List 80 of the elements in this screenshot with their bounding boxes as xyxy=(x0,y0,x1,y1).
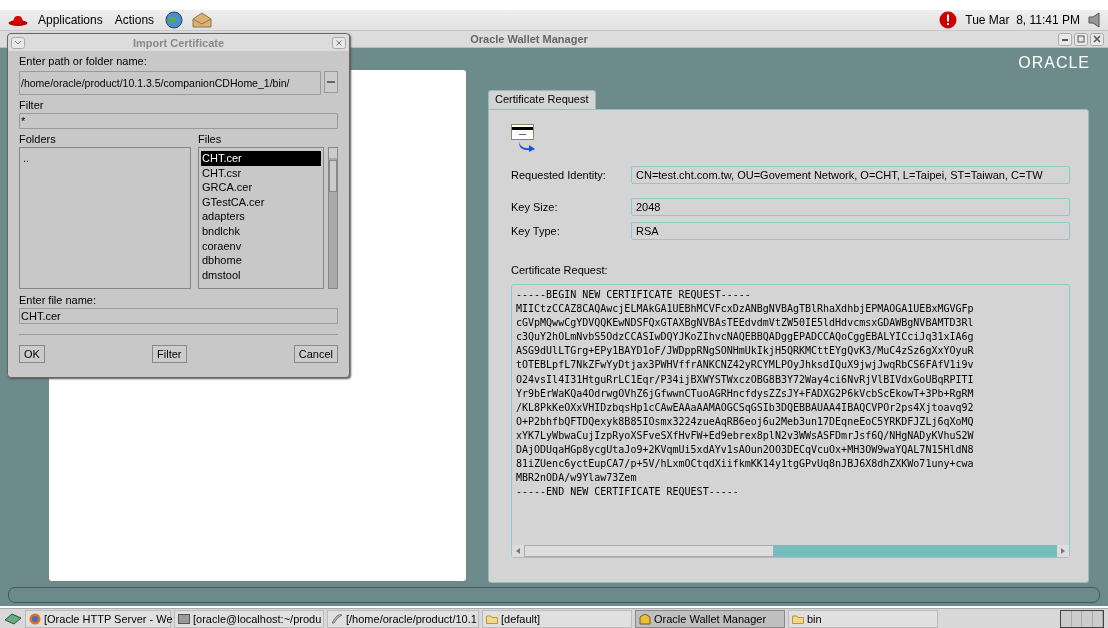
text-line: 81iZUenc6yctEupCA7/p+5V/hLxmOCtqdXiifkmKK14y1tgGPvUq8nJBJ6X8dhZXKWo71uny+cwa xyxy=(516,457,975,472)
text-line: /KL8PkKeOXxVHIDzbqsHp1cCAwEAAaAAMAOGCSqGSIb3DQEBBAUAA4IBAQCVPOr2ps4Xjtoavq92 xyxy=(516,400,975,415)
text-line: MBR2nODA/w9Ylaw73Zem xyxy=(516,471,638,486)
text-line: -----END NEW CERTIFICATE REQUEST----- xyxy=(516,485,740,500)
taskbar-button[interactable]: Oracle Wallet Manager xyxy=(635,609,785,628)
field-label: Filter xyxy=(19,98,45,113)
list-item[interactable]: CHT.csr xyxy=(201,165,321,181)
taskbar-button[interactable]: [oracle@localhost:~/produ xyxy=(174,609,324,628)
workspace-switcher[interactable] xyxy=(1060,609,1104,628)
text-line: tOTEBLpfL7NkZFwYyDtjax3PWHVffrANKCNZ42yRCYMLPOyJhksdIQuX9jwjJwqRbCS6FAfV1i9v xyxy=(516,358,975,373)
filter-field[interactable]: * xyxy=(19,113,338,129)
alert-icon[interactable] xyxy=(939,11,958,29)
text-field[interactable]: 2048 xyxy=(631,198,1070,216)
globe-icon xyxy=(29,612,41,625)
scroll-right-icon[interactable] xyxy=(1057,545,1069,557)
list-item[interactable]: bndlchk xyxy=(201,223,321,239)
text-line: O24vsIl4I31HtguRrLC1Eqr/P34ijBXWYSTWxczOBG8B3Y72Way4ci6NvRjVlBIVdxGoUBqRPITI xyxy=(516,372,975,387)
text-field[interactable]: CN=test.cht.com.tw, OU=Govement Network, O=CHT, L=Taipei, ST=Taiwan, C=TW xyxy=(631,166,1070,184)
field-label: Enter file name: xyxy=(19,293,98,308)
text-line: MIICtzCCAZ8CAQAwcjELMAkGA1UEBhMCVFcxDzANBgNVBAgTBlRhaXdhbjEPMAOGA1UEBxMGVGFp xyxy=(516,302,975,317)
text-line: xYK7LyWbwaCujIzpRyoXSFveSXfHvFW+Ed9ebrex8plN2v3WWsASFDmrJsf6Q/NHgNADyKVhuS2W xyxy=(516,428,975,443)
text-area[interactable] xyxy=(511,284,1070,558)
list-item[interactable]: .. xyxy=(22,151,188,166)
scrollbar[interactable] xyxy=(328,147,338,289)
list-item[interactable]: dmstool xyxy=(201,267,321,283)
text-line: DAjODUqaHGp8ycgUtaJo9+2KVqmUi5xdAYv1sAOun2OO3DECqVcuOx+MH3OW9waYQAL7N15HldN8 xyxy=(516,443,975,458)
file-name-field[interactable]: CHT.cer xyxy=(19,308,338,324)
taskbar-button[interactable]: [Oracle HTTP Server - We xyxy=(25,609,171,628)
clock[interactable]: Tue Mar 8, 11:41 PM xyxy=(965,13,1080,27)
tab[interactable]: Certificate Request xyxy=(488,90,596,109)
envelope-icon[interactable] xyxy=(192,11,213,29)
text-line: ASG9dUlLTGrg+EPy1BAYD1oF/JWDppRNgSONHmUkIkjH5QRKMCttEYgQvK3/MuC4zSz6gXxYOyuR xyxy=(516,344,975,359)
folder-icon xyxy=(792,612,804,625)
path-field[interactable]: /home/oracle/product/10.1.3.5/companionCDHome_1/bin/ xyxy=(19,71,321,95)
feather-icon xyxy=(331,612,343,625)
hat-icon[interactable] xyxy=(8,14,28,26)
minimize-icon[interactable] xyxy=(1058,32,1072,46)
dialog-button[interactable]: Cancel xyxy=(293,345,338,363)
menu-icon[interactable] xyxy=(11,36,25,49)
list-label: Files xyxy=(198,132,223,147)
dialog-title: Import Certificate xyxy=(131,36,226,49)
list-item[interactable]: CHT.cer xyxy=(201,151,321,166)
launcher-icon[interactable] xyxy=(4,611,22,626)
list-item[interactable]: coraenv xyxy=(201,238,321,254)
text-field[interactable]: RSA xyxy=(631,222,1070,240)
list-item[interactable]: GTestCA.cer xyxy=(201,194,321,210)
field-label: Requested Identity: xyxy=(511,169,607,181)
window-title: Oracle Wallet Manager xyxy=(470,33,588,45)
field-label: Key Type: xyxy=(511,225,561,237)
list-item[interactable]: GRCA.cer xyxy=(201,180,321,195)
dialog-button[interactable]: OK xyxy=(19,345,45,363)
oracle-logo: ORACLE xyxy=(1018,54,1090,70)
field-label: Key Size: xyxy=(511,201,559,213)
close-icon[interactable] xyxy=(1090,32,1104,46)
text-line: cGVpMQwwCgYDVQQKEwNDSFQxGTAXBgNVBAsTEEdvdmVtZW50IE5ldHdvcmsxGDAWBgNVBAMTD3Rl xyxy=(516,316,975,331)
list-label: Folders xyxy=(19,132,57,147)
terminal-icon xyxy=(178,612,190,625)
menu-item[interactable]: Actions xyxy=(112,13,157,27)
field-label: Enter path or folder name: xyxy=(19,54,148,69)
folder-icon xyxy=(486,612,498,625)
list-item[interactable]: adapters xyxy=(201,209,321,224)
text-line: O+P2bhfbQFTDQexyk8B85IOsmx3224zueAqRB6eoj6u2Meb3un17DEqneEoC5YRKDFJZLj6qXoMQ xyxy=(516,414,975,429)
globe-icon[interactable] xyxy=(164,10,185,30)
dash-icon xyxy=(327,80,335,84)
text-line: -----BEGIN NEW CERTIFICATE REQUEST----- xyxy=(516,288,752,302)
menu-item[interactable]: Applications xyxy=(36,13,105,27)
taskbar-button[interactable]: [/home/oracle/product/10.1 xyxy=(327,609,479,628)
taskbar-button[interactable]: [default] xyxy=(482,609,632,628)
text-line: Yr9bErWaKQa4OdrwgOVhZ6jGfwwnCTuoAGRHncfdysZZsJY+FADXG2P6kVcbScEkowT+3Pb+RgRM xyxy=(516,386,975,401)
browse-button[interactable] xyxy=(324,71,338,93)
dialog-button[interactable]: Filter xyxy=(152,345,187,363)
speaker-icon[interactable] xyxy=(1088,12,1100,28)
scrollbar-thumb[interactable] xyxy=(524,545,774,557)
list-item[interactable]: dbhome xyxy=(201,253,321,268)
close-icon[interactable] xyxy=(332,36,346,49)
text-line: c3QuY2hOLmNvbS5OdzCCASIwDQYJKoZIhvcNAQEBBQADggEPADCCAQoCggEBALYICciJq31xIA6g xyxy=(516,330,975,345)
taskbar-button[interactable]: bin xyxy=(788,609,938,628)
certificate-icon xyxy=(511,124,537,152)
scroll-left-icon[interactable] xyxy=(512,545,524,557)
field-label: Certificate Request: xyxy=(511,264,609,276)
